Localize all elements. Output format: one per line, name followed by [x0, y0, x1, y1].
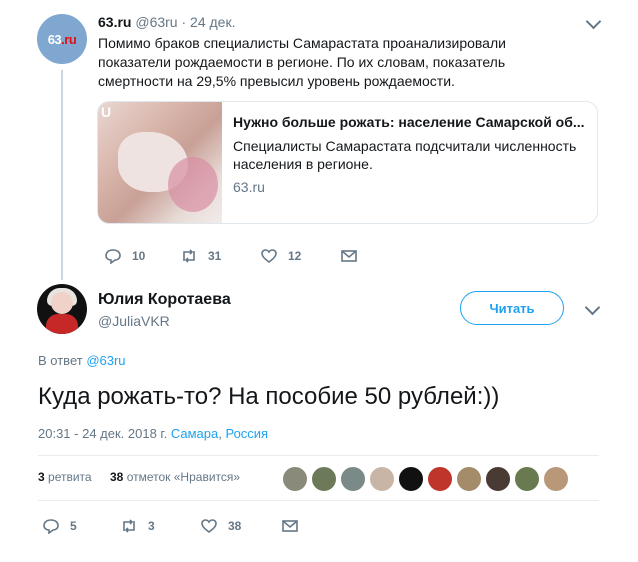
retweet-stat-label: ретвита	[48, 470, 92, 484]
liker-avatar[interactable]	[340, 466, 366, 492]
like-button[interactable]: 12	[260, 248, 301, 264]
like-stat[interactable]: 38 отметок «Нравится»	[110, 470, 240, 484]
reply-icon	[43, 519, 59, 534]
heart-icon	[261, 249, 277, 264]
like-stat-label: отметок «Нравится»	[126, 470, 241, 484]
card-domain: 63.ru	[233, 179, 265, 195]
liker-avatar[interactable]	[369, 466, 395, 492]
reply-count: 10	[132, 249, 146, 263]
tweet2-meta: 20:31 - 24 дек. 2018 г. Самара, Россия	[38, 426, 268, 441]
retweet-icon	[123, 519, 135, 533]
tweet2-author-handle[interactable]: @JuliaVKR	[98, 313, 170, 329]
retweet-count: 31	[208, 249, 222, 263]
tweet2-timestamp: 20:31 - 24 дек. 2018 г.	[38, 426, 168, 441]
tweet1-date[interactable]: 24 дек.	[190, 14, 235, 30]
reply-count: 5	[70, 519, 77, 533]
card-description: Специалисты Самарастата подсчитали числе…	[233, 138, 577, 172]
retweet-stat[interactable]: 3 ретвита	[38, 470, 92, 484]
card-title: Нужно больше рожать: население Самарской…	[233, 114, 585, 130]
liker-avatar[interactable]	[311, 466, 337, 492]
like-count: 12	[288, 249, 302, 263]
reply-button[interactable]: 10	[104, 248, 145, 264]
chevron-down-icon[interactable]	[585, 13, 602, 30]
liker-avatar[interactable]	[485, 466, 511, 492]
tweet1-author-handle[interactable]: @63ru	[135, 14, 177, 30]
liker-avatar[interactable]	[398, 466, 424, 492]
chevron-down-icon[interactable]	[584, 299, 601, 316]
avatar-julia[interactable]	[37, 284, 87, 334]
location-country[interactable]: Россия	[225, 426, 268, 441]
retweet-button[interactable]: 3	[120, 518, 155, 534]
retweet-button[interactable]: 31	[180, 248, 221, 264]
liker-avatar[interactable]	[514, 466, 540, 492]
thread-line	[61, 70, 63, 280]
meta-separator: ,	[218, 426, 222, 441]
avatar-63ru[interactable]: 63 .ru	[37, 14, 87, 64]
divider	[38, 500, 599, 501]
divider	[38, 455, 599, 456]
tweet1-author-name[interactable]: 63.ru	[98, 14, 131, 30]
retweet-count: 3	[148, 519, 155, 533]
follow-button[interactable]: Читать	[460, 291, 564, 325]
message-button[interactable]	[340, 248, 368, 264]
mail-icon	[282, 520, 298, 532]
liker-avatar[interactable]	[543, 466, 569, 492]
tweet1-text: Помимо браков специалисты Самарастата пр…	[98, 35, 506, 89]
retweet-stat-count: 3	[38, 470, 45, 484]
reply-icon	[105, 249, 121, 264]
message-button[interactable]	[281, 518, 309, 534]
heart-icon	[201, 519, 217, 534]
liker-avatar[interactable]	[427, 466, 453, 492]
tweet1-header: 63.ru @63ru · 24 дек.	[98, 14, 235, 30]
liker-avatar[interactable]	[456, 466, 482, 492]
reply-to-handle[interactable]: @63ru	[86, 353, 125, 368]
liker-avatar[interactable]	[282, 466, 308, 492]
card-image: U	[98, 102, 222, 223]
link-card[interactable]: U Нужно больше рожать: население Самарск…	[97, 101, 598, 224]
reply-to-line: В ответ @63ru	[38, 353, 126, 368]
tweet2-text: Куда рожать-то? На пособие 50 рублей:))	[38, 383, 500, 410]
retweet-icon	[183, 249, 195, 263]
reply-button[interactable]: 5	[42, 518, 77, 534]
location-city[interactable]: Самара	[171, 426, 218, 441]
like-count: 38	[228, 519, 242, 533]
card-image-mark: U	[101, 104, 112, 120]
like-stat-count: 38	[110, 470, 124, 484]
mail-icon	[341, 250, 357, 262]
reply-prefix: В ответ	[38, 353, 87, 368]
like-button[interactable]: 38	[200, 518, 241, 534]
separator-dot: ·	[181, 14, 187, 30]
tweet2-author-name[interactable]: Юлия Коротаева	[98, 291, 231, 309]
